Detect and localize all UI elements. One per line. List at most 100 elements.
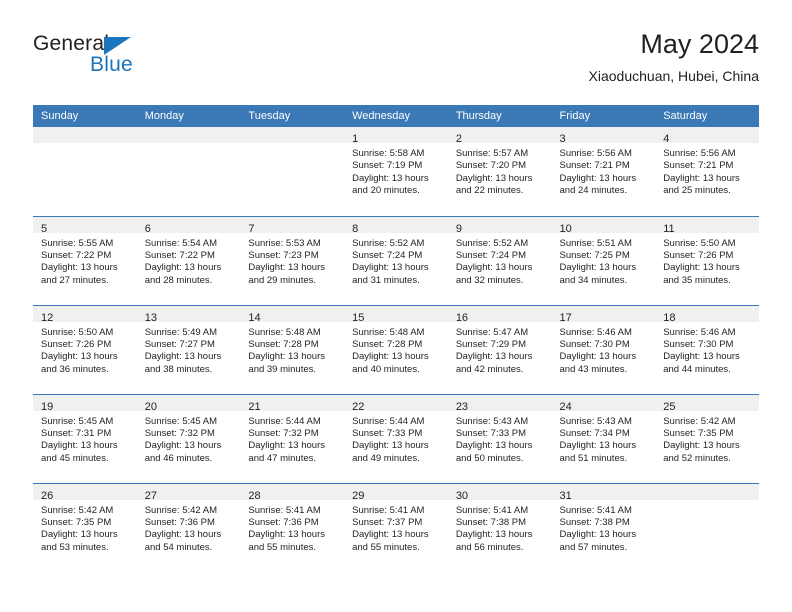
daylight-text-line1: Daylight: 13 hours <box>144 262 222 274</box>
sunset-text: Sunset: 7:22 PM <box>41 249 112 261</box>
calendar-day-cell[interactable]: 28 Sunrise: 5:41 AM Sunset: 7:36 PM Dayligh… <box>240 482 345 572</box>
day-details: Sunrise: 5:53 AM Sunset: 7:23 PM Daylight:… <box>240 233 344 288</box>
daylight-text-line1: Daylight: 13 hours <box>248 529 325 541</box>
calendar-day-cell[interactable]: 5 Sunrise: 5:55 AM Sunset: 7:22 PM Daylight… <box>33 215 137 305</box>
calendar-day-cell[interactable]: 1 Sunrise: 5:58 AM Sunset: 7:19 PM Daylight… <box>344 127 448 216</box>
day-number: 8 <box>352 222 359 235</box>
daylight-text-line1: Daylight: 13 hours <box>559 262 637 274</box>
calendar-day-cell[interactable]: 29 Sunrise: 5:41 AM Sunset: 7:37 PM Dayligh… <box>344 482 448 572</box>
calendar-day-cell[interactable]: 13 Sunrise: 5:49 AM Sunset: 7:27 PM Dayligh… <box>136 304 241 394</box>
sunset-text: Sunset: 7:26 PM <box>41 338 112 350</box>
sunset-text: Sunset: 7:24 PM <box>352 249 423 261</box>
day-number: 24 <box>559 400 572 413</box>
calendar-day-cell-empty <box>33 127 137 216</box>
calendar-day-cell[interactable]: 31 Sunrise: 5:41 AM Sunset: 7:38 PM Dayligh… <box>551 482 656 572</box>
calendar-day-cell[interactable]: 6 Sunrise: 5:54 AM Sunset: 7:22 PM Daylight… <box>136 215 241 305</box>
sunrise-text: Sunrise: 5:56 AM <box>663 148 736 159</box>
day-number-band: 7 <box>240 216 345 235</box>
day-details: Sunrise: 5:41 AM Sunset: 7:38 PM Daylight:… <box>448 500 552 555</box>
daylight-text-line2: and 49 minutes. <box>352 452 420 464</box>
calendar-day-cell[interactable]: 20 Sunrise: 5:45 AM Sunset: 7:32 PM Dayligh… <box>136 393 241 483</box>
sunset-text: Sunset: 7:21 PM <box>663 160 734 172</box>
calendar-day-cell[interactable]: 26 Sunrise: 5:42 AM Sunset: 7:35 PM Dayligh… <box>33 482 137 572</box>
calendar-day-cell[interactable]: 12 Sunrise: 5:50 AM Sunset: 7:26 PM Dayligh… <box>33 304 137 394</box>
day-details: Sunrise: 5:41 AM Sunset: 7:37 PM Daylight:… <box>344 500 448 555</box>
calendar-day-cell[interactable]: 2 Sunrise: 5:57 AM Sunset: 7:20 PM Daylight… <box>447 127 552 216</box>
day-details: Sunrise: 5:41 AM Sunset: 7:36 PM Daylight:… <box>240 500 344 555</box>
calendar-day-cell[interactable]: 3 Sunrise: 5:56 AM Sunset: 7:21 PM Daylight… <box>551 127 656 216</box>
sunset-text: Sunset: 7:21 PM <box>559 160 630 172</box>
daylight-text-line1: Daylight: 13 hours <box>352 351 429 363</box>
page-header: General Blue May 2024 Xiaoduchuan, Hubei… <box>33 28 759 98</box>
sunset-text: Sunset: 7:25 PM <box>559 249 630 261</box>
day-details: Sunrise: 5:51 AM Sunset: 7:25 PM Daylight:… <box>552 233 656 288</box>
sunrise-text: Sunrise: 5:41 AM <box>248 504 321 516</box>
daylight-text-line2: and 27 minutes. <box>41 274 109 286</box>
calendar-day-cell-empty <box>655 482 759 572</box>
calendar-day-cell[interactable]: 22 Sunrise: 5:44 AM Sunset: 7:33 PM Dayligh… <box>344 393 448 483</box>
day-number: 12 <box>41 311 54 324</box>
calendar-day-cell[interactable]: 9 Sunrise: 5:52 AM Sunset: 7:24 PM Daylight… <box>447 215 552 305</box>
calendar-day-cell[interactable]: 15 Sunrise: 5:48 AM Sunset: 7:28 PM Dayligh… <box>344 304 448 394</box>
daylight-text-line2: and 34 minutes. <box>559 274 628 286</box>
calendar-day-cell[interactable]: 17 Sunrise: 5:46 AM Sunset: 7:30 PM Dayligh… <box>551 304 656 394</box>
sunrise-text: Sunrise: 5:46 AM <box>559 326 632 338</box>
sunrise-text: Sunrise: 5:58 AM <box>352 148 425 159</box>
day-details: Sunrise: 5:52 AM Sunset: 7:24 PM Daylight:… <box>448 233 552 288</box>
daylight-text-line2: and 35 minutes. <box>663 274 731 286</box>
day-number-band: 17 <box>551 305 656 324</box>
day-details: Sunrise: 5:44 AM Sunset: 7:33 PM Daylight:… <box>344 411 448 466</box>
day-number: 22 <box>352 400 365 413</box>
day-number: 4 <box>663 133 670 145</box>
calendar-day-cell[interactable]: 4 Sunrise: 5:56 AM Sunset: 7:21 PM Daylight… <box>655 127 759 216</box>
daylight-text-line2: and 32 minutes. <box>455 274 524 286</box>
calendar-day-cell[interactable]: 19 Sunrise: 5:45 AM Sunset: 7:31 PM Dayligh… <box>33 393 137 483</box>
calendar-day-cell[interactable]: 18 Sunrise: 5:46 AM Sunset: 7:30 PM Dayligh… <box>655 304 759 394</box>
sunrise-text: Sunrise: 5:55 AM <box>41 237 114 249</box>
calendar-day-cell[interactable]: 11 Sunrise: 5:50 AM Sunset: 7:26 PM Dayligh… <box>655 215 759 305</box>
day-details: Sunrise: 5:56 AM Sunset: 7:21 PM Daylight:… <box>552 143 656 198</box>
calendar-day-cell[interactable]: 30 Sunrise: 5:41 AM Sunset: 7:38 PM Dayligh… <box>447 482 552 572</box>
daylight-text-line1: Daylight: 13 hours <box>663 172 740 184</box>
calendar-day-cell[interactable]: 7 Sunrise: 5:53 AM Sunset: 7:23 PM Daylight… <box>240 215 345 305</box>
sunset-text: Sunset: 7:34 PM <box>559 427 630 439</box>
day-number-band: 12 <box>33 305 137 324</box>
calendar-day-cell[interactable]: 16 Sunrise: 5:47 AM Sunset: 7:29 PM Dayligh… <box>447 304 552 394</box>
day-number-band: 23 <box>447 394 552 413</box>
day-number-band: 2 <box>447 127 552 145</box>
day-number-band: 4 <box>655 127 759 145</box>
day-number-band <box>655 483 759 500</box>
day-details: Sunrise: 5:57 AM Sunset: 7:20 PM Daylight:… <box>448 143 552 198</box>
day-number: 11 <box>663 222 675 235</box>
sunset-text: Sunset: 7:36 PM <box>144 516 215 528</box>
day-number-band <box>33 127 137 143</box>
logo-text-blue: Blue <box>90 53 133 76</box>
calendar-day-cell[interactable]: 21 Sunrise: 5:44 AM Sunset: 7:32 PM Dayligh… <box>240 393 345 483</box>
calendar-day-cell[interactable]: 14 Sunrise: 5:48 AM Sunset: 7:28 PM Dayligh… <box>240 304 345 394</box>
day-details: Sunrise: 5:49 AM Sunset: 7:27 PM Daylight:… <box>137 322 241 377</box>
daylight-text-line2: and 31 minutes. <box>352 274 420 286</box>
weekday-header-monday: Monday <box>136 105 241 127</box>
day-number: 3 <box>559 133 566 145</box>
calendar-day-cell[interactable]: 8 Sunrise: 5:52 AM Sunset: 7:24 PM Daylight… <box>344 215 448 305</box>
sunset-text: Sunset: 7:24 PM <box>455 249 527 261</box>
day-number: 27 <box>144 489 157 502</box>
calendar-day-cell[interactable]: 23 Sunrise: 5:43 AM Sunset: 7:33 PM Dayligh… <box>447 393 552 483</box>
daylight-text-line1: Daylight: 13 hours <box>663 351 740 363</box>
daylight-text-line2: and 55 minutes. <box>352 541 420 553</box>
generalblue-logo[interactable]: General Blue <box>33 32 243 88</box>
sunset-text: Sunset: 7:33 PM <box>455 427 527 439</box>
calendar-day-cell[interactable]: 24 Sunrise: 5:43 AM Sunset: 7:34 PM Dayligh… <box>551 393 656 483</box>
daylight-text-line1: Daylight: 13 hours <box>144 351 222 363</box>
daylight-text-line2: and 45 minutes. <box>41 452 109 464</box>
calendar-day-cell[interactable]: 10 Sunrise: 5:51 AM Sunset: 7:25 PM Dayligh… <box>551 215 656 305</box>
daylight-text-line1: Daylight: 13 hours <box>248 351 325 363</box>
calendar-day-cell[interactable]: 27 Sunrise: 5:42 AM Sunset: 7:36 PM Dayligh… <box>136 482 241 572</box>
daylight-text-line1: Daylight: 13 hours <box>663 440 740 452</box>
calendar-day-cell[interactable]: 25 Sunrise: 5:42 AM Sunset: 7:35 PM Dayligh… <box>655 393 759 483</box>
day-number-band: 27 <box>136 483 241 502</box>
day-number-band <box>136 127 241 143</box>
sunrise-text: Sunrise: 5:41 AM <box>352 504 425 516</box>
daylight-text-line1: Daylight: 13 hours <box>455 351 533 363</box>
sunrise-text: Sunrise: 5:44 AM <box>352 415 425 427</box>
